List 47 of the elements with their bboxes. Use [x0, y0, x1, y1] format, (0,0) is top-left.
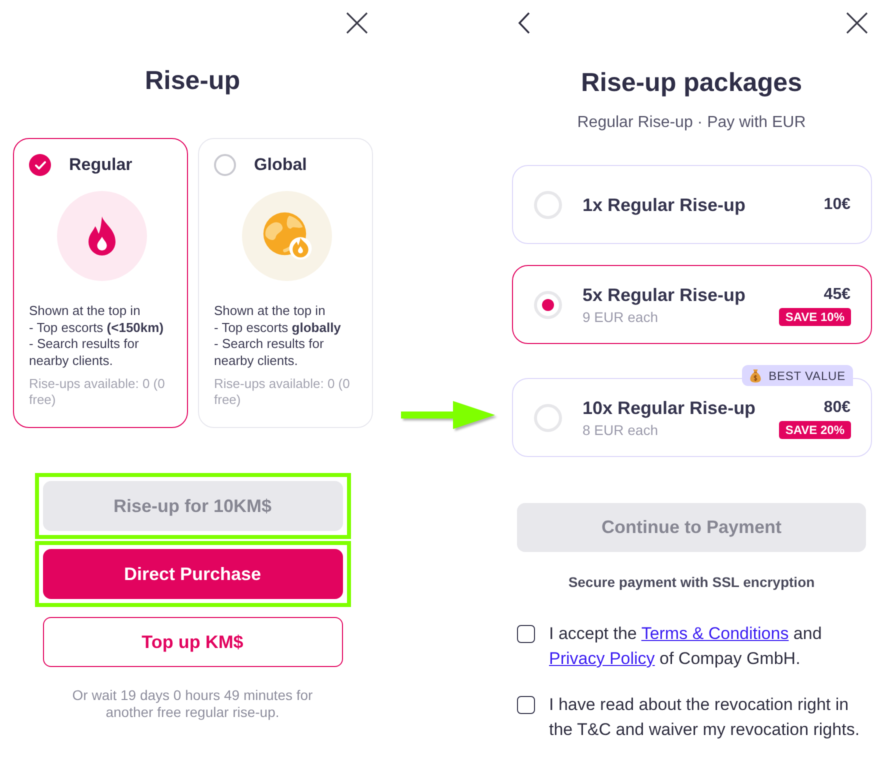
back-chevron-icon — [518, 12, 530, 34]
action-button[interactable]: Direct Purchase — [42, 549, 342, 599]
availability-note: Rise-ups available: 0 (0 free) — [29, 376, 166, 408]
close-icon — [846, 12, 868, 34]
package-name: 5x Regular Rise-up — [582, 284, 747, 307]
checkmark-icon — [34, 160, 46, 170]
package-card[interactable]: 1x Regular Rise-up 10€ — [512, 165, 872, 244]
package-radio[interactable] — [534, 404, 562, 432]
option-title: Global — [254, 154, 307, 176]
package-card[interactable]: 5x Regular Rise-up 9 EUR each 45€ SAVE 10% — [512, 265, 872, 344]
option-description: Shown at the top in - Top escorts globally - Search results for nearby clients. — [214, 303, 342, 370]
wait-note: Or wait 19 days 0 hours 49 minutes for another free regular rise-up. — [71, 687, 314, 721]
consent-text: I accept the Terms & Conditions and Privacy Policy of Compay GmbH. — [549, 623, 823, 670]
package-price: 10€ — [824, 194, 850, 214]
page-subtitle: Regular Rise-up · Pay with EUR — [577, 113, 806, 133]
close-icon — [346, 12, 368, 34]
option-title: Regular — [69, 154, 132, 176]
package-radio[interactable] — [534, 290, 562, 318]
discount-badge: SAVE 20% — [779, 420, 850, 438]
security-note: Secure payment with SSL encryption — [568, 574, 815, 591]
consent-link[interactable]: Terms & Conditions — [641, 624, 789, 643]
consent-link[interactable]: Privacy Policy — [549, 649, 655, 668]
package-price: 80€ — [824, 398, 850, 418]
option-card[interactable]: Global Shown at the top in - Top escorts globally - Search results for nearby clients. Rise-ups available: 0 (0 free) — [198, 138, 373, 428]
page-title: Rise-up — [144, 64, 240, 96]
option-card[interactable]: Regular Shown at the top in - Top escorts (<150km) - Search results for nearby clients. Rise-ups available: 0 (0 free) — [13, 138, 188, 428]
back-button[interactable] — [518, 12, 530, 34]
package-name: 1x Regular Rise-up — [582, 194, 747, 216]
option-radio[interactable] — [29, 154, 51, 176]
selected-dot-icon — [542, 298, 554, 310]
money-bag-icon — [750, 368, 761, 382]
package-name: 10x Regular Rise-up — [582, 397, 757, 420]
unit-price: 9 EUR each — [582, 309, 659, 326]
close-button[interactable] — [846, 12, 868, 34]
consent-checkbox[interactable] — [517, 696, 535, 714]
consent-checkbox[interactable] — [517, 625, 535, 643]
availability-note: Rise-ups available: 0 (0 free) — [214, 376, 351, 408]
action-button[interactable]: Top up KM$ — [42, 617, 342, 667]
package-price: 45€ — [824, 284, 850, 304]
page-title: Rise-up packages — [580, 66, 802, 98]
unit-price: 8 EUR each — [582, 422, 659, 439]
package-radio[interactable] — [534, 190, 562, 218]
close-button[interactable] — [346, 12, 368, 34]
option-description: Shown at the top in - Top escorts (<150km) - Search results for nearby clients. — [29, 303, 165, 370]
option-radio[interactable] — [214, 154, 236, 176]
consent-text: I have read about the revocation right in the T&C and waiver my revocation rights. — [549, 694, 861, 741]
discount-badge: SAVE 10% — [779, 308, 850, 326]
